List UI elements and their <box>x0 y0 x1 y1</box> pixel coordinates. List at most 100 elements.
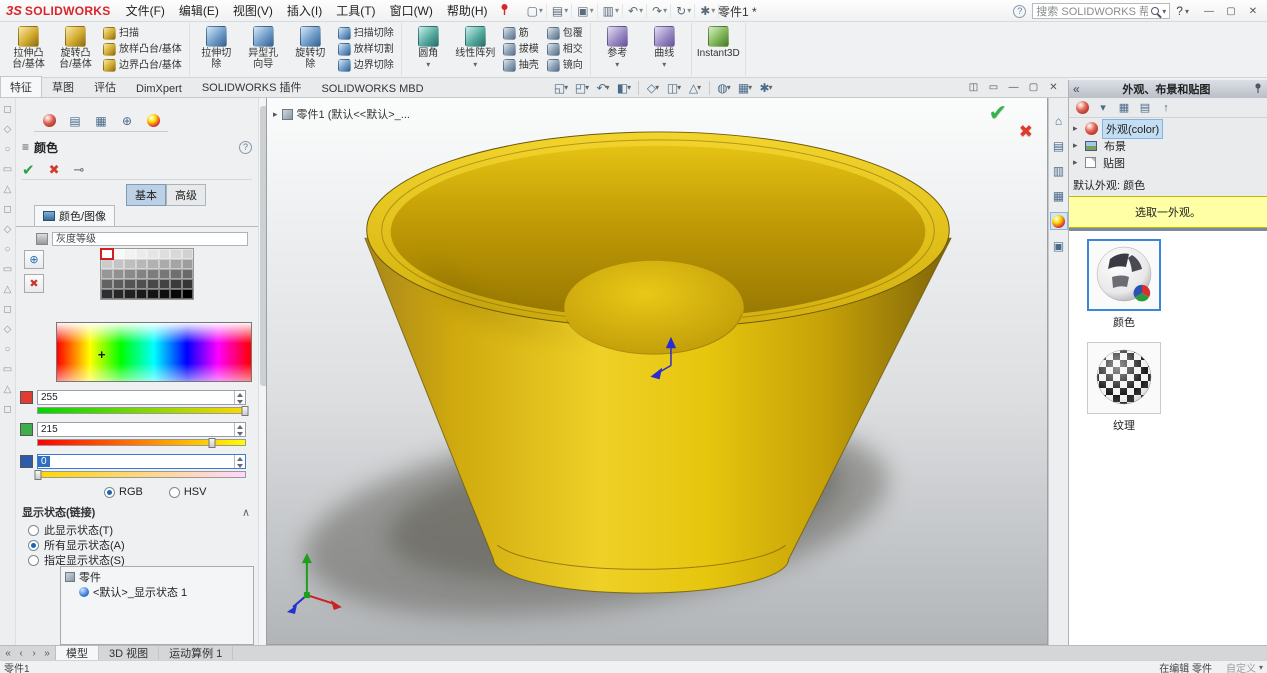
shell-button[interactable]: 抽壳 <box>501 58 541 73</box>
curves-button[interactable]: 曲线▾ <box>641 23 688 76</box>
search-dropdown-icon[interactable]: ▾ <box>1162 7 1166 16</box>
left-tool-icon[interactable]: ◻ <box>2 204 13 215</box>
swatch[interactable] <box>170 289 182 299</box>
advanced-button[interactable]: 高级 <box>166 184 206 206</box>
apply-scene-button[interactable]: ▦▾ <box>736 79 754 96</box>
pin-button[interactable]: ⊸ <box>73 162 84 178</box>
tab-运动算例 1[interactable]: 运动算例 1 <box>159 646 233 660</box>
swatch[interactable] <box>124 279 136 289</box>
confirm-cancel-button[interactable]: ✖ <box>1019 122 1033 142</box>
g-slider[interactable] <box>37 439 246 446</box>
swatch[interactable] <box>136 249 148 259</box>
tab-DimXpert[interactable]: DimXpert <box>126 80 192 97</box>
hole-wizard-button[interactable]: 异型孔 向导 <box>240 23 287 76</box>
mirror-button[interactable]: 镜向 <box>545 58 585 73</box>
left-tool-icon[interactable]: △ <box>2 184 13 195</box>
radio-icon[interactable] <box>28 555 39 566</box>
pin-pane-icon[interactable] <box>1253 82 1263 97</box>
edit-appearance-button[interactable]: ◍▾ <box>715 79 733 96</box>
color-appearance-thumbnail[interactable]: 颜色 <box>1087 239 1161 330</box>
menu-视图(V)[interactable]: 视图(V) <box>226 0 280 21</box>
hide-show-items-button[interactable]: △▾ <box>686 79 704 96</box>
fillet-button[interactable]: 圆角▾ <box>405 23 452 76</box>
sweep-cut-button[interactable]: 扫描切除 <box>336 26 396 41</box>
extrude-boss-button[interactable]: 拉伸凸 台/基体 <box>5 23 52 76</box>
left-tool-icon[interactable]: ◇ <box>2 224 13 235</box>
confirm-ok-button[interactable]: ✔ <box>989 100 1007 126</box>
spin-down-icon[interactable] <box>235 430 245 437</box>
display-states-header[interactable]: 显示状态(链接) ∧ <box>22 504 250 520</box>
swatch[interactable] <box>124 259 136 269</box>
help-info-icon[interactable]: ? <box>1013 5 1026 18</box>
texture-appearance-thumbnail[interactable]: 纹理 <box>1087 342 1161 433</box>
tab-feature-manager[interactable] <box>38 113 60 129</box>
swatch[interactable] <box>113 259 125 269</box>
slider-thumb[interactable] <box>35 470 42 480</box>
tab-nav-button[interactable]: ‹ <box>15 648 27 659</box>
appearances-scenes-tab[interactable] <box>1050 212 1068 230</box>
swatch[interactable] <box>182 289 194 299</box>
reference-button[interactable]: 参考▾ <box>594 23 641 76</box>
tab-nav-button[interactable]: « <box>2 648 14 659</box>
radio-icon[interactable] <box>28 525 39 536</box>
collapse-chevron-icon[interactable]: ∧ <box>242 506 250 519</box>
grayscale-swatches[interactable] <box>100 248 194 300</box>
intersect-button[interactable]: 相交 <box>545 42 585 57</box>
radio-HSV[interactable]: HSV <box>169 486 207 498</box>
left-tool-icon[interactable]: ▭ <box>2 264 13 275</box>
swatch[interactable] <box>124 249 136 259</box>
spectrum-marker[interactable]: + <box>98 350 106 360</box>
wrap-button[interactable]: 包覆 <box>545 26 585 41</box>
view-palette-tab[interactable]: ▦ <box>1050 187 1068 205</box>
previous-view-button[interactable]: ↶▾ <box>594 79 612 96</box>
design-library-tab[interactable]: ▤ <box>1050 137 1068 155</box>
radio-icon[interactable] <box>169 487 180 498</box>
swatch[interactable] <box>101 259 113 269</box>
swatch[interactable] <box>147 259 159 269</box>
panel-scrollbar[interactable] <box>258 98 266 645</box>
ok-button[interactable]: ✔ <box>22 161 35 179</box>
search-input[interactable]: 搜索 SOLIDWORKS 帮助 ▾ <box>1032 3 1170 19</box>
left-tool-icon[interactable]: ○ <box>2 344 13 355</box>
print-document-button[interactable]: ▥▾ <box>600 4 623 18</box>
swatch[interactable] <box>170 269 182 279</box>
swatch[interactable] <box>101 249 113 259</box>
close-button[interactable]: ✕ <box>1243 3 1263 19</box>
swatch[interactable] <box>147 279 159 289</box>
dropdown-button[interactable]: ▾ <box>1095 100 1111 116</box>
add-appearance-button[interactable]: ▦ <box>1116 100 1132 116</box>
cancel-button[interactable]: ✖ <box>49 162 60 178</box>
tree-item-外观(color)[interactable]: ▸外观(color) <box>1069 120 1267 137</box>
tab-dimxpert-manager[interactable]: ⊕ <box>116 113 138 129</box>
pane-left-button[interactable]: ◫ <box>965 80 982 95</box>
left-tool-icon[interactable]: △ <box>2 384 13 395</box>
radio-icon[interactable] <box>28 540 39 551</box>
tab-草图[interactable]: 草图 <box>42 76 84 97</box>
collapse-pane-button[interactable]: « <box>1073 82 1080 96</box>
tab-configuration-manager[interactable]: ▦ <box>90 113 112 129</box>
swatch[interactable] <box>124 269 136 279</box>
appearance-ball-button[interactable] <box>1074 100 1090 116</box>
r-slider[interactable] <box>37 407 246 414</box>
close-button[interactable]: ✕ <box>1045 80 1062 95</box>
menu-窗口(W)[interactable]: 窗口(W) <box>383 0 440 21</box>
g-value-input[interactable]: 215 <box>37 422 246 437</box>
help-menu[interactable]: ?▾ <box>1176 4 1189 18</box>
search-icon[interactable] <box>1151 7 1159 15</box>
tab-color-image[interactable]: 颜色/图像 <box>34 205 115 226</box>
view-orientation-button[interactable]: ◇▾ <box>644 79 662 96</box>
radio-RGB[interactable]: RGB <box>104 486 143 498</box>
tab-3D 视图[interactable]: 3D 视图 <box>99 646 159 660</box>
swatch[interactable] <box>136 259 148 269</box>
bowl-3d-model[interactable] <box>267 98 1047 644</box>
rebuild-button[interactable]: ↻▾ <box>673 4 695 18</box>
expand-triangle-icon[interactable]: ▸ <box>1073 123 1081 134</box>
pane-right-button[interactable]: ▭ <box>985 80 1002 95</box>
rib-button[interactable]: 筋 <box>501 26 541 41</box>
swatch[interactable] <box>159 249 171 259</box>
spinner[interactable] <box>234 391 245 404</box>
swatch[interactable] <box>159 269 171 279</box>
instant3d-button[interactable]: Instant3D <box>695 23 742 76</box>
expand-triangle-icon[interactable]: ▸ <box>1073 140 1081 151</box>
swatch[interactable] <box>159 279 171 289</box>
